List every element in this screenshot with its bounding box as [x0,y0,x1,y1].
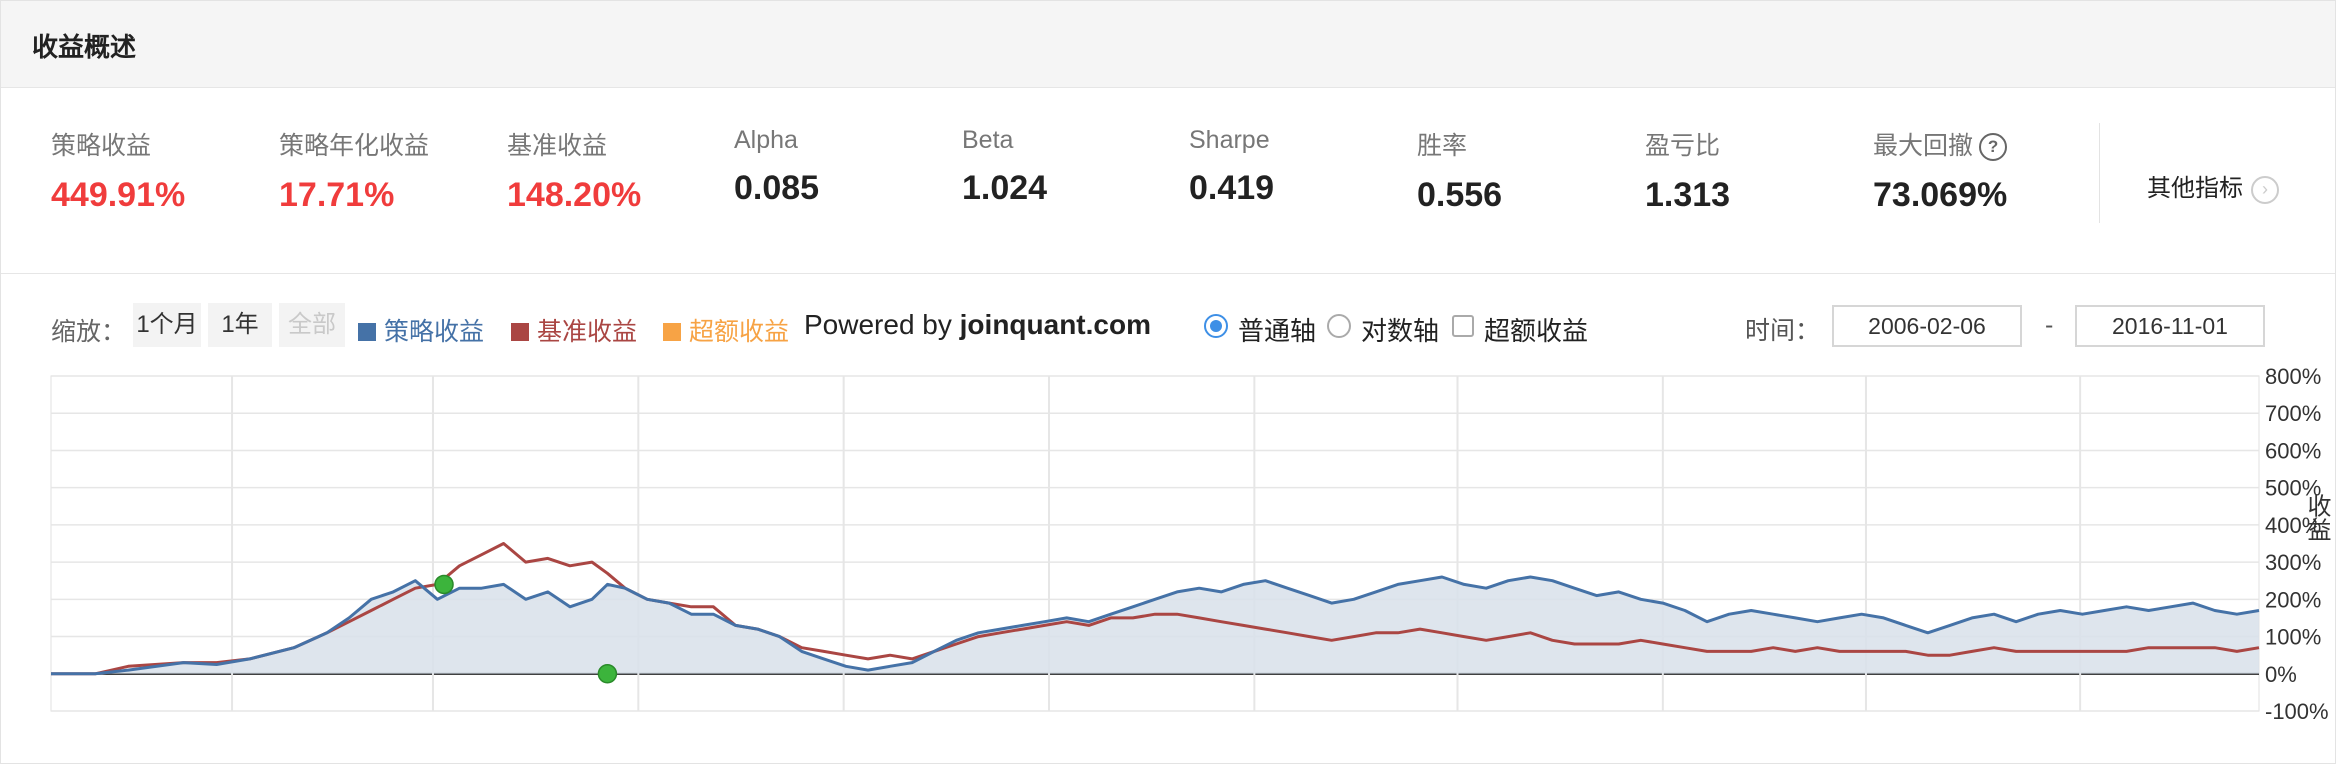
max-drawdown-end-marker [597,664,618,684]
chart-toolbar: 缩放： 1个月 1年 全部 策略收益 基准收益 超额收益 Powered by … [1,301,2335,351]
y-tick-label: -100% [2265,699,2329,724]
powered-by-text: Powered by joinquant.com [804,309,1151,341]
log-axis-label: 对数轴 [1361,316,1440,346]
y-tick-label: 800% [2265,364,2321,389]
zoom-label: 缩放： [51,318,127,346]
legend-benchmark-return[interactable]: 基准收益 [511,312,637,348]
metric-value: 17.71% [279,176,395,214]
metric-value: 0.085 [734,169,820,207]
metric-value: 148.20% [507,176,642,214]
end-date-input[interactable] [2075,305,2265,347]
metric-benchmark-return: 基准收益 148.20% [507,126,727,215]
normal-axis-radio[interactable] [1204,314,1228,338]
powered-prefix: Powered by [804,309,952,340]
y-tick-label: 200% [2265,587,2321,612]
y-tick-label: 700% [2265,401,2321,426]
legend-swatch [358,323,376,341]
y-tick-label: 300% [2265,550,2321,575]
zoom-1-year-button[interactable]: 1年 [208,303,272,347]
metric-beta: Beta 1.024 [962,126,1182,208]
metric-label: 基准收益 [507,132,608,160]
metric-value: 0.556 [1417,176,1503,214]
zoom-all-button[interactable]: 全部 [279,303,345,347]
zoom-1-month-button[interactable]: 1个月 [133,303,201,347]
start-date-input[interactable] [1832,305,2022,347]
metric-value: 1.313 [1645,176,1731,214]
metric-strategy-return: 策略收益 449.91% [51,126,271,215]
metric-label: Sharpe [1189,126,1270,154]
excess-return-checkbox[interactable] [1452,315,1474,337]
metric-win-rate: 胜率 0.556 [1417,126,1637,215]
returns-chart: 800%700%600%500%400%300%200%100%0%-100%收… [50,364,2331,724]
metric-value: 449.91% [51,176,186,214]
y-tick-label: 600% [2265,438,2321,463]
metric-profit-loss-ratio: 盈亏比 1.313 [1645,126,1865,215]
more-metrics-label: 其他指标 [2147,175,2243,202]
legend-swatch [663,323,681,341]
powered-site: joinquant.com [959,309,1151,340]
metric-value: 73.069% [1873,176,2008,214]
metric-label: Alpha [734,126,798,154]
metric-label: 最大回撤? [1873,126,2093,162]
metric-max-drawdown: 最大回撤? 73.069% [1873,126,2093,215]
metric-label: Beta [962,126,1014,154]
log-axis-radio[interactable] [1327,314,1351,338]
legend-label: 基准收益 [537,318,638,346]
panel-title: 收益概述 [32,32,137,62]
metric-value: 1.024 [962,169,1048,207]
metric-label-text: 最大回撤 [1873,132,1974,160]
legend-excess-return[interactable]: 超额收益 [663,312,789,348]
legend-strategy-return[interactable]: 策略收益 [358,312,484,348]
date-separator: - [2045,311,2054,339]
y-tick-label: 100% [2265,625,2321,650]
metric-annualized-return: 策略年化收益 17.71% [279,126,499,215]
metric-alpha: Alpha 0.085 [734,126,954,208]
legend-label: 策略收益 [384,318,485,346]
metric-sharpe: Sharpe 0.419 [1189,126,1409,208]
time-label: 时间： [1745,317,1821,345]
max-drawdown-start-marker [434,574,454,595]
returns-overview-panel: 收益概述 策略收益 449.91% 策略年化收益 17.71% 基准收益 148… [0,0,2336,764]
excess-return-checkbox-label: 超额收益 [1484,316,1589,346]
metric-value: 0.419 [1189,169,1275,207]
normal-axis-label: 普通轴 [1238,316,1317,346]
y-axis-label: 收益 [2303,494,2331,542]
y-tick-label: 0% [2265,662,2297,687]
metrics-divider [2099,123,2100,223]
metric-label: 策略收益 [51,132,152,160]
chevron-right-icon: › [2251,175,2279,204]
metric-label: 盈亏比 [1645,132,1721,160]
more-metrics-button[interactable]: 其他指标 › [2147,168,2279,204]
metric-label: 策略年化收益 [279,132,430,160]
panel-header: 收益概述 [1,1,2335,88]
metrics-row: 策略收益 449.91% 策略年化收益 17.71% 基准收益 148.20% … [1,88,2335,274]
help-icon[interactable]: ? [1979,133,2008,162]
legend-label: 超额收益 [689,318,790,346]
legend-swatch [511,323,529,341]
metric-label: 胜率 [1417,132,1468,160]
